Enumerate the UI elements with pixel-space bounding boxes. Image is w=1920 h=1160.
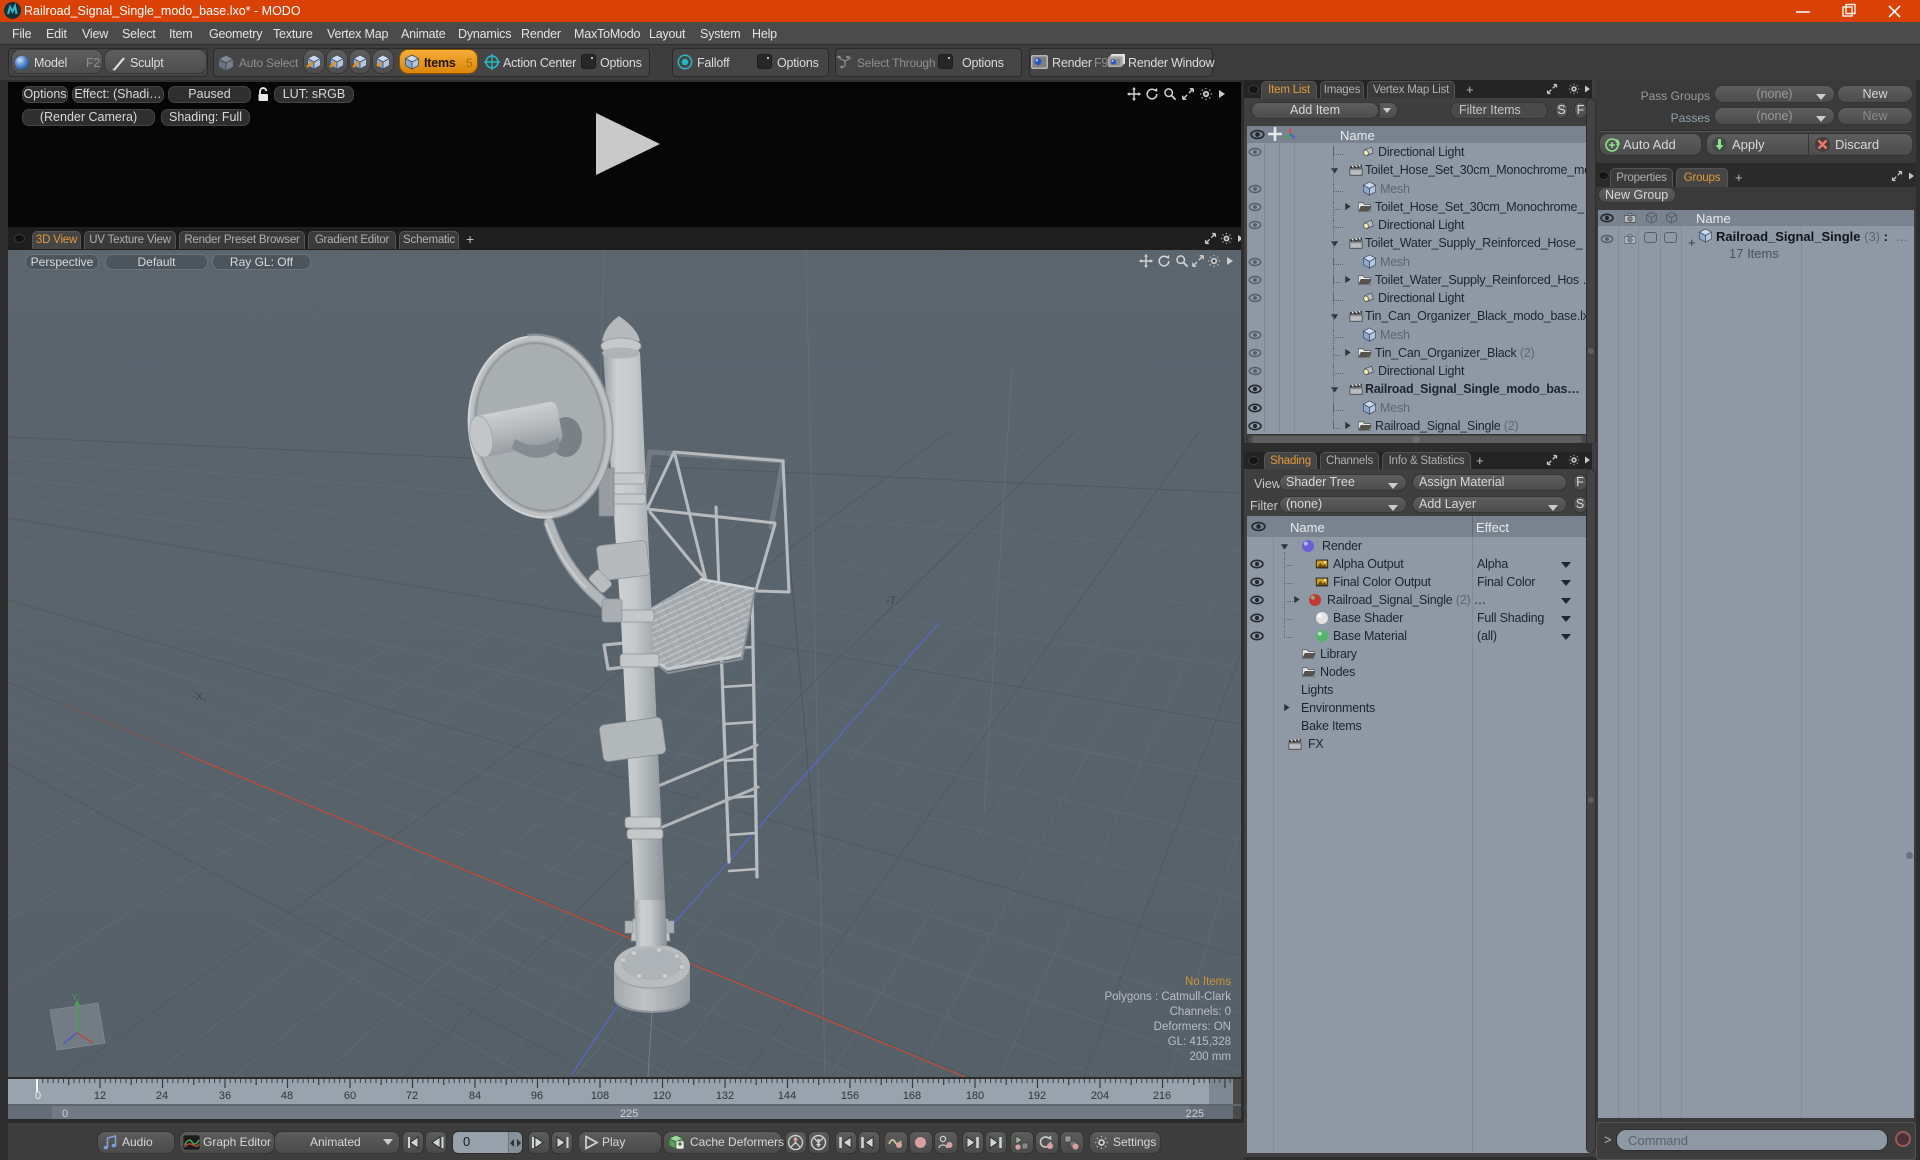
svg-text:204: 204 — [1091, 1090, 1109, 1102]
svg-text:225: 225 — [1186, 1108, 1204, 1120]
svg-text:-7.: -7. — [886, 595, 899, 607]
svg-text:156: 156 — [841, 1090, 859, 1102]
svg-text:168: 168 — [903, 1090, 921, 1102]
svg-text:48: 48 — [281, 1090, 293, 1102]
svg-text:120: 120 — [653, 1090, 671, 1102]
svg-text:72: 72 — [406, 1090, 418, 1102]
svg-text:132: 132 — [716, 1090, 734, 1102]
svg-text:192: 192 — [1028, 1090, 1046, 1102]
svg-text:-X.: -X. — [192, 691, 206, 703]
svg-text:0: 0 — [62, 1108, 68, 1120]
svg-text:12: 12 — [94, 1090, 106, 1102]
svg-text:180: 180 — [966, 1090, 984, 1102]
svg-text:Y.: Y. — [72, 993, 79, 1002]
svg-text:108: 108 — [591, 1090, 609, 1102]
svg-text:216: 216 — [1153, 1090, 1171, 1102]
svg-text:84: 84 — [469, 1090, 481, 1102]
svg-text:144: 144 — [778, 1090, 796, 1102]
svg-text:60: 60 — [344, 1090, 356, 1102]
svg-text:36: 36 — [219, 1090, 231, 1102]
svg-text:96: 96 — [531, 1090, 543, 1102]
svg-text:225: 225 — [620, 1108, 638, 1120]
svg-text:24: 24 — [156, 1090, 168, 1102]
